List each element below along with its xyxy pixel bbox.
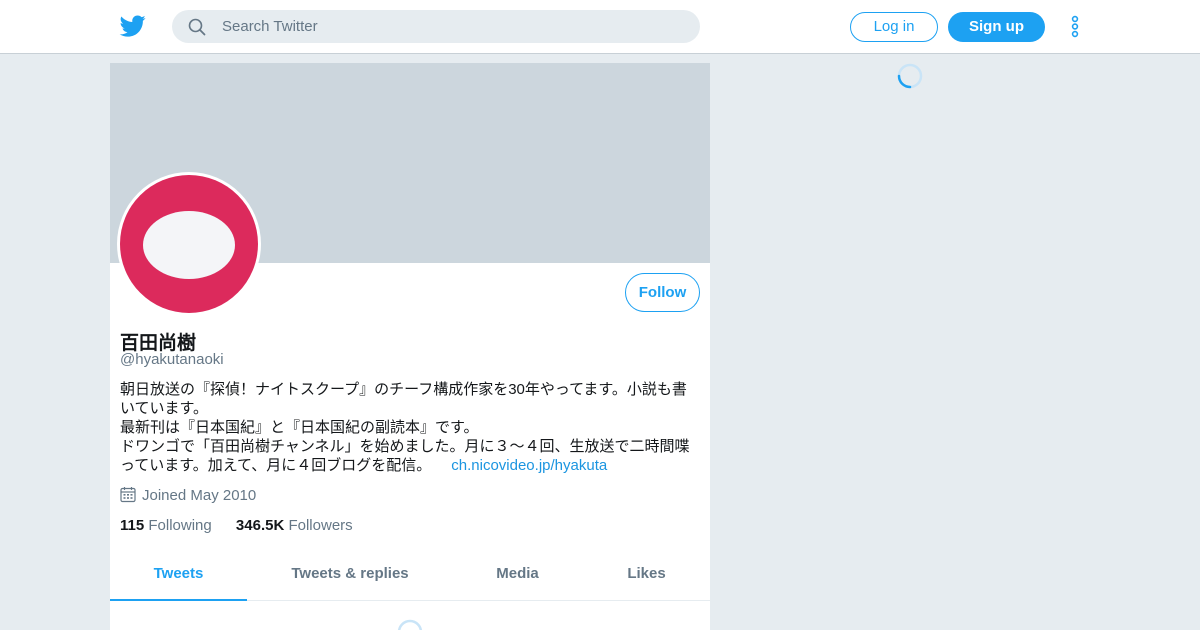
loading-spinner-icon <box>397 619 423 630</box>
profile-bio: 朝日放送の『探偵！ナイトスクープ』のチーフ構成作家を30年やってます。小説も書い… <box>120 380 700 475</box>
tab-likes[interactable]: Likes <box>610 546 683 601</box>
following-label: Following <box>148 517 212 534</box>
following-count: 115 <box>120 517 145 534</box>
tab-tweets-and-replies[interactable]: Tweets & replies <box>270 546 430 601</box>
more-vertical-icon[interactable] <box>1067 14 1083 40</box>
twitter-bird-icon[interactable] <box>119 13 147 39</box>
joined-text: Joined May 2010 <box>142 487 257 504</box>
followers-count: 346.5K <box>235 517 285 534</box>
login-button[interactable]: Log in <box>850 12 938 42</box>
profile-link[interactable]: ch.nicovideo.jp/hyakuta <box>451 457 607 474</box>
top-navigation-bar: Log in Sign up <box>0 0 1200 54</box>
joined-date: Joined May 2010 <box>120 486 256 504</box>
bio-line: 朝日放送の『探偵！ナイトスクープ』のチーフ構成作家を30年やってます。小説も書い… <box>120 381 687 417</box>
loading-spinner-icon <box>897 63 923 89</box>
avatar[interactable] <box>117 172 261 316</box>
avatar-image <box>120 175 258 313</box>
bio-line: ドワンゴで「百田尚樹チャンネル」を始めました。月に３～４回、生放送で二時間喋って… <box>120 438 690 474</box>
signup-button[interactable]: Sign up <box>948 12 1045 42</box>
bio-line: 最新刊は『日本国紀』と『日本国紀の副読本』です。 <box>120 419 479 436</box>
tab-media[interactable]: Media <box>475 546 560 601</box>
profile-handle[interactable]: @hyakutanaoki <box>120 351 224 368</box>
search-input[interactable] <box>222 10 682 43</box>
follow-button[interactable]: Follow <box>625 273 700 312</box>
profile-stats: 115 Following 346.5K Followers <box>120 517 373 534</box>
followers-label: Followers <box>288 517 353 534</box>
calendar-icon <box>120 487 136 503</box>
profile-card: Follow 百田尚樹 @hyakutanaoki 朝日放送の『探偵！ナイトスク… <box>110 63 710 630</box>
search-icon <box>188 18 206 36</box>
tab-tweets[interactable]: Tweets <box>110 546 247 601</box>
followers-stat[interactable]: 346.5K Followers <box>236 517 353 534</box>
search-box[interactable] <box>172 10 700 43</box>
profile-tabs: Tweets Tweets & replies Media Likes <box>110 546 710 601</box>
following-stat[interactable]: 115 Following <box>120 517 212 534</box>
